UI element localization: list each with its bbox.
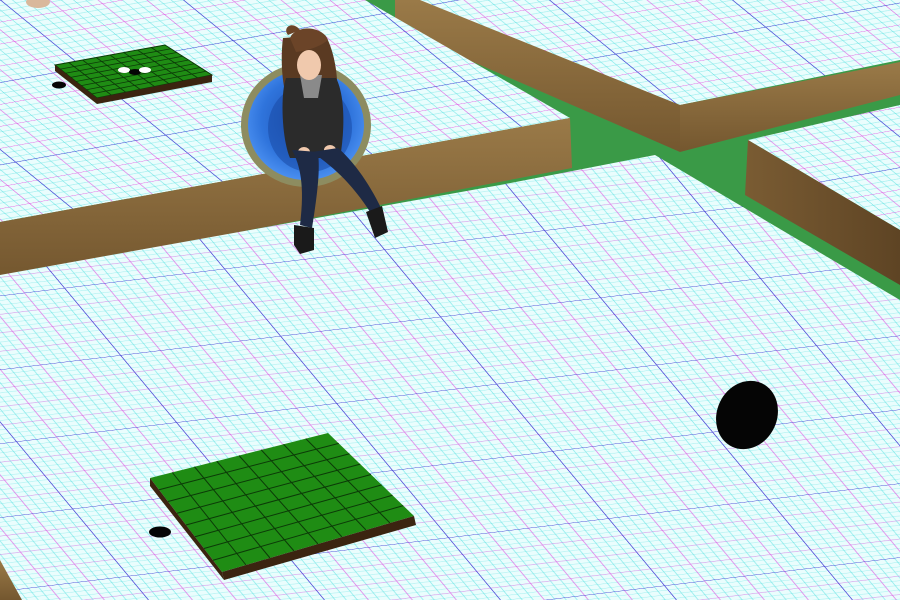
white-piece[interactable]	[118, 67, 130, 73]
loose-black-piece[interactable]	[149, 526, 171, 538]
world-canvas[interactable]	[0, 0, 900, 600]
loose-black-piece[interactable]	[52, 81, 66, 89]
white-piece[interactable]	[139, 67, 151, 73]
game-viewport[interactable]	[0, 0, 900, 600]
